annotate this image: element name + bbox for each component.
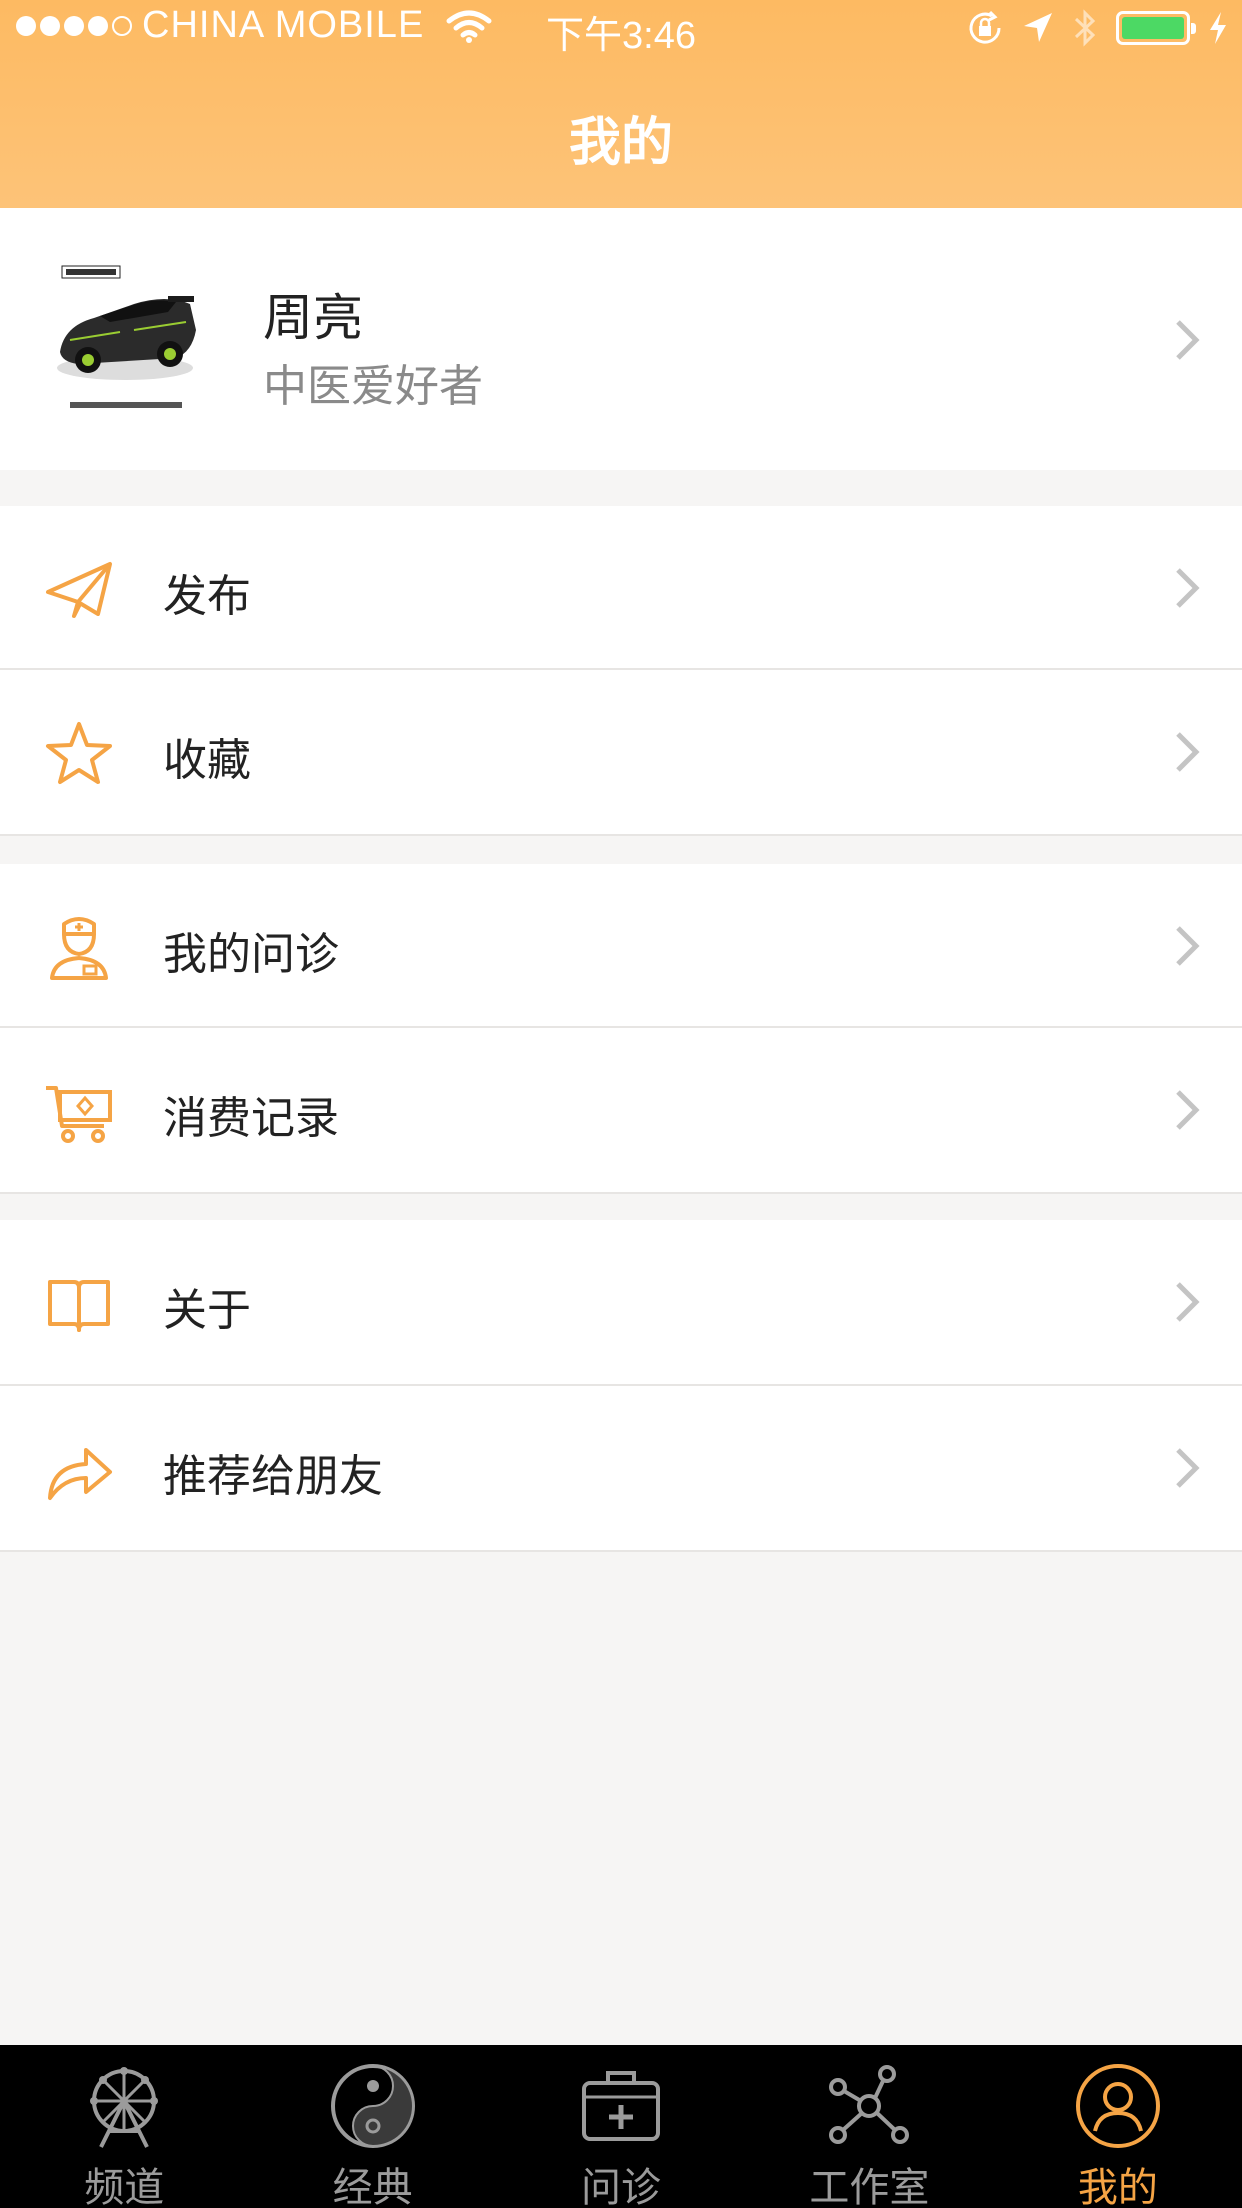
star-icon	[46, 722, 112, 784]
tab-label-channels: 频道	[84, 2165, 165, 2208]
page-title: 我的	[568, 113, 673, 173]
tab-bar: 频道 经典 问诊 工作室 我的	[0, 2045, 1242, 2208]
rotation-lock-icon	[969, 10, 1001, 44]
menu-label-about: 关于	[163, 1285, 251, 1336]
chevron-right-icon	[1176, 568, 1200, 608]
tab-me[interactable]: 我的	[994, 2045, 1242, 2208]
chevron-right-icon	[1176, 320, 1200, 360]
nav-header: CHINA MOBILE 下午3:46 我的	[0, 0, 1242, 208]
menu-item-my-consultations[interactable]: 我的问诊	[0, 864, 1242, 1028]
tab-label-classics: 经典	[332, 2165, 413, 2208]
location-arrow-icon	[1024, 13, 1052, 42]
doctor-icon	[50, 917, 108, 980]
tab-channels[interactable]: 频道	[0, 2045, 248, 2208]
shopping-cart-icon	[46, 1086, 112, 1143]
chevron-right-icon	[1176, 1090, 1200, 1130]
tab-label-studio: 工作室	[809, 2165, 930, 2208]
menu-item-publish[interactable]: 发布	[0, 506, 1242, 670]
ferris-wheel-icon	[90, 2067, 159, 2148]
chevron-right-icon	[1176, 732, 1200, 772]
menu-label-recommend: 推荐给朋友	[163, 1451, 383, 1502]
menu-label-purchase-history: 消费记录	[163, 1093, 339, 1144]
chevron-right-icon	[1176, 1282, 1200, 1322]
share-arrow-icon	[48, 1448, 112, 1500]
menu-item-purchase-history[interactable]: 消费记录	[0, 1028, 1242, 1192]
chevron-right-icon	[1176, 1448, 1200, 1488]
bluetooth-icon	[1074, 9, 1096, 47]
divider	[0, 834, 1242, 836]
avatar[interactable]	[50, 260, 200, 420]
menu-label-my-consultations: 我的问诊	[163, 929, 339, 980]
tab-classics[interactable]: 经典	[248, 2045, 496, 2208]
charging-bolt-icon	[1210, 12, 1226, 44]
tab-consult[interactable]: 问诊	[497, 2045, 745, 2208]
tab-label-consult: 问诊	[581, 2165, 662, 2208]
profile-subtitle: 中医爱好者	[263, 361, 483, 412]
paper-plane-icon	[46, 562, 112, 618]
medical-kit-icon	[582, 2071, 661, 2141]
user-circle-icon	[1075, 2064, 1160, 2148]
profile-card[interactable]: 周亮 中医爱好者	[0, 208, 1242, 470]
tab-label-me: 我的	[1077, 2165, 1158, 2208]
menu-item-about[interactable]: 关于	[0, 1220, 1242, 1384]
battery-icon	[1116, 11, 1196, 45]
status-right	[966, 8, 1228, 48]
menu-label-publish: 发布	[163, 571, 251, 622]
network-icon	[829, 2065, 910, 2144]
chevron-right-icon	[1176, 926, 1200, 966]
menu-label-favorites: 收藏	[163, 735, 251, 786]
open-book-icon	[48, 1280, 110, 1332]
profile-name: 周亮	[263, 289, 363, 347]
menu-item-recommend[interactable]: 推荐给朋友	[0, 1386, 1242, 1550]
menu-item-favorites[interactable]: 收藏	[0, 670, 1242, 834]
status-bar: CHINA MOBILE 下午3:46	[0, 0, 1242, 57]
divider	[0, 1550, 1242, 1552]
tab-studio[interactable]: 工作室	[745, 2045, 993, 2208]
yin-yang-icon	[330, 2064, 415, 2148]
divider	[0, 1192, 1242, 1194]
